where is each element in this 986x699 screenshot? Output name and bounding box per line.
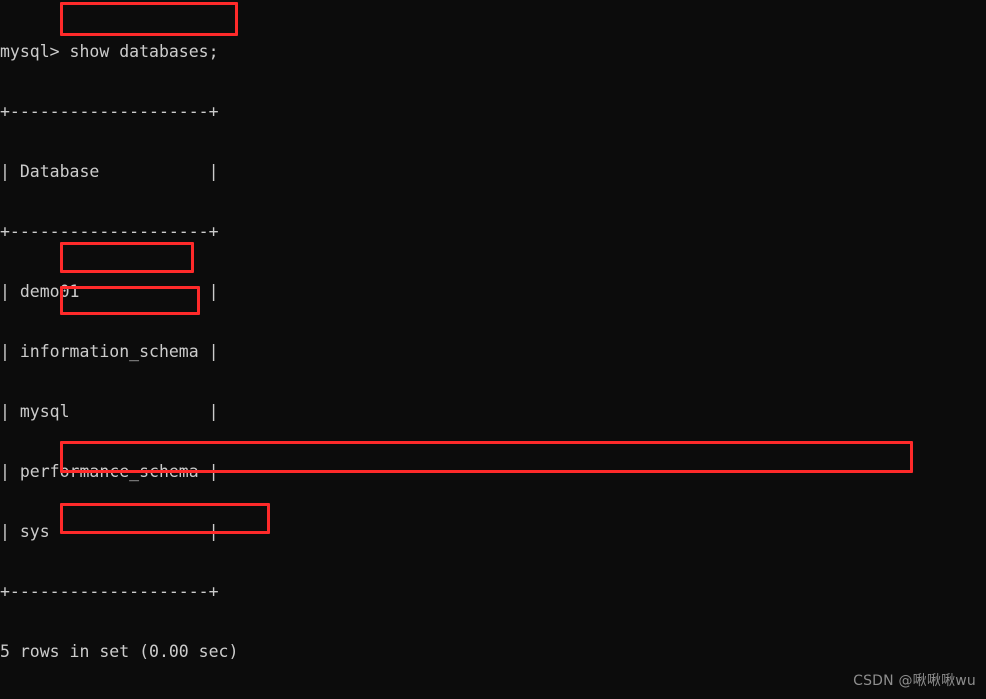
terminal-line: mysql> show databases; — [0, 42, 219, 61]
mysql-terminal-window[interactable]: mysql> show databases; +----------------… — [0, 0, 986, 699]
terminal-line: +--------------------+ — [0, 582, 219, 601]
terminal-line: | information_schema | — [0, 342, 219, 361]
terminal-line: | mysql | — [0, 402, 219, 421]
terminal-line: | Database | — [0, 162, 219, 181]
terminal-line: | demo01 | — [0, 282, 219, 301]
terminal-output-area[interactable]: mysql> show databases; +----------------… — [0, 0, 894, 699]
terminal-line: +--------------------+ — [0, 222, 219, 241]
terminal-line: 5 rows in set (0.00 sec) — [0, 642, 239, 661]
terminal-line: +--------------------+ — [0, 102, 219, 121]
terminal-line: | sys | — [0, 522, 219, 541]
terminal-line: | performance_schema | — [0, 462, 219, 481]
csdn-watermark: CSDN @啾啾啾wu — [853, 673, 976, 689]
